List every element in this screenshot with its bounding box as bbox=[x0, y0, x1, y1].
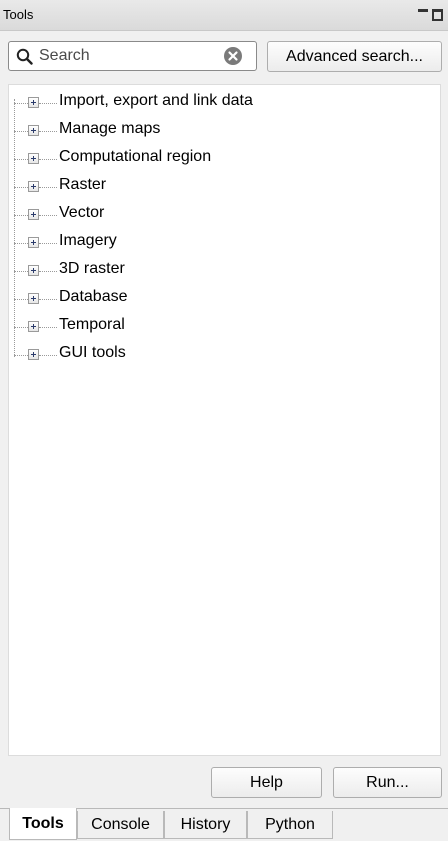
window-buttons bbox=[418, 5, 443, 23]
clear-icon[interactable] bbox=[224, 47, 242, 65]
plus-expander-icon[interactable] bbox=[28, 349, 39, 360]
tree-connector-line bbox=[39, 299, 57, 300]
tab-python[interactable]: Python bbox=[247, 811, 333, 839]
tree-branch-line bbox=[14, 355, 28, 356]
tree-item-gui-tools[interactable]: GUI tools bbox=[9, 341, 429, 369]
tree-connector-line bbox=[39, 271, 57, 272]
tree-branch-line bbox=[14, 243, 28, 244]
tree-item-label: Database bbox=[59, 288, 128, 305]
tree-item-label: Raster bbox=[59, 176, 107, 193]
tree-item-import-export[interactable]: Import, export and link data bbox=[9, 89, 429, 117]
tree-item-label: Vector bbox=[59, 204, 105, 221]
plus-expander-icon[interactable] bbox=[28, 265, 39, 276]
tree-connector-line bbox=[39, 187, 57, 188]
plus-expander-icon[interactable] bbox=[28, 181, 39, 192]
search-input[interactable] bbox=[39, 45, 219, 67]
help-button[interactable]: Help bbox=[211, 767, 322, 798]
tree-item-3d-raster[interactable]: 3D raster bbox=[9, 257, 429, 285]
plus-expander-icon[interactable] bbox=[28, 209, 39, 220]
search-box[interactable] bbox=[8, 41, 257, 71]
tree-connector-line bbox=[39, 327, 57, 328]
tree-item-raster[interactable]: Raster bbox=[9, 173, 429, 201]
tree-branch-line bbox=[14, 131, 28, 132]
tree-item-temporal[interactable]: Temporal bbox=[9, 313, 429, 341]
tree-item-label: 3D raster bbox=[59, 260, 125, 277]
panel-titlebar: Tools bbox=[0, 0, 448, 31]
tree-branch-line bbox=[14, 187, 28, 188]
advanced-search-button[interactable]: Advanced search... bbox=[267, 41, 442, 72]
tree-item-label: Computational region bbox=[59, 148, 212, 165]
plus-expander-icon[interactable] bbox=[28, 321, 39, 332]
tree-branch-line bbox=[14, 103, 28, 104]
plus-expander-icon[interactable] bbox=[28, 125, 39, 136]
tree-connector-line bbox=[39, 243, 57, 244]
tab-history[interactable]: History bbox=[164, 811, 247, 839]
tree-item-label: Imagery bbox=[59, 232, 117, 249]
minimize-icon[interactable] bbox=[418, 9, 428, 12]
tree-item-database[interactable]: Database bbox=[9, 285, 429, 313]
panel-title: Tools bbox=[3, 7, 34, 22]
tree-connector-line bbox=[39, 215, 57, 216]
tree-item-manage-maps[interactable]: Manage maps bbox=[9, 117, 429, 145]
tree-item-label: GUI tools bbox=[59, 344, 126, 361]
tree-connector-line bbox=[39, 103, 57, 104]
tree-item-imagery[interactable]: Imagery bbox=[9, 229, 429, 257]
plus-expander-icon[interactable] bbox=[28, 293, 39, 304]
tree-branch-line bbox=[14, 327, 28, 328]
tree-branch-line bbox=[14, 159, 28, 160]
tree-item-computational-region[interactable]: Computational region bbox=[9, 145, 429, 173]
search-icon bbox=[16, 48, 33, 65]
tree-connector-line bbox=[39, 131, 57, 132]
plus-expander-icon[interactable] bbox=[28, 237, 39, 248]
tree-branch-line bbox=[14, 299, 28, 300]
bottom-tabbar: Tools Console History Python bbox=[0, 808, 448, 841]
tools-tree[interactable]: Import, export and link data Manage maps… bbox=[8, 84, 441, 756]
tab-tools[interactable]: Tools bbox=[9, 808, 77, 840]
tree-item-label: Import, export and link data bbox=[59, 92, 253, 109]
tree-item-label: Temporal bbox=[59, 316, 125, 333]
plus-expander-icon[interactable] bbox=[28, 97, 39, 108]
plus-expander-icon[interactable] bbox=[28, 153, 39, 164]
tree-branch-line bbox=[14, 271, 28, 272]
tree-item-label: Manage maps bbox=[59, 120, 161, 137]
tree-item-vector[interactable]: Vector bbox=[9, 201, 429, 229]
maximize-icon[interactable] bbox=[432, 9, 443, 21]
tab-console[interactable]: Console bbox=[77, 811, 164, 839]
run-button[interactable]: Run... bbox=[333, 767, 442, 798]
tree-connector-line bbox=[39, 159, 57, 160]
tree-branch-line bbox=[14, 215, 28, 216]
tree-connector-line bbox=[39, 355, 57, 356]
